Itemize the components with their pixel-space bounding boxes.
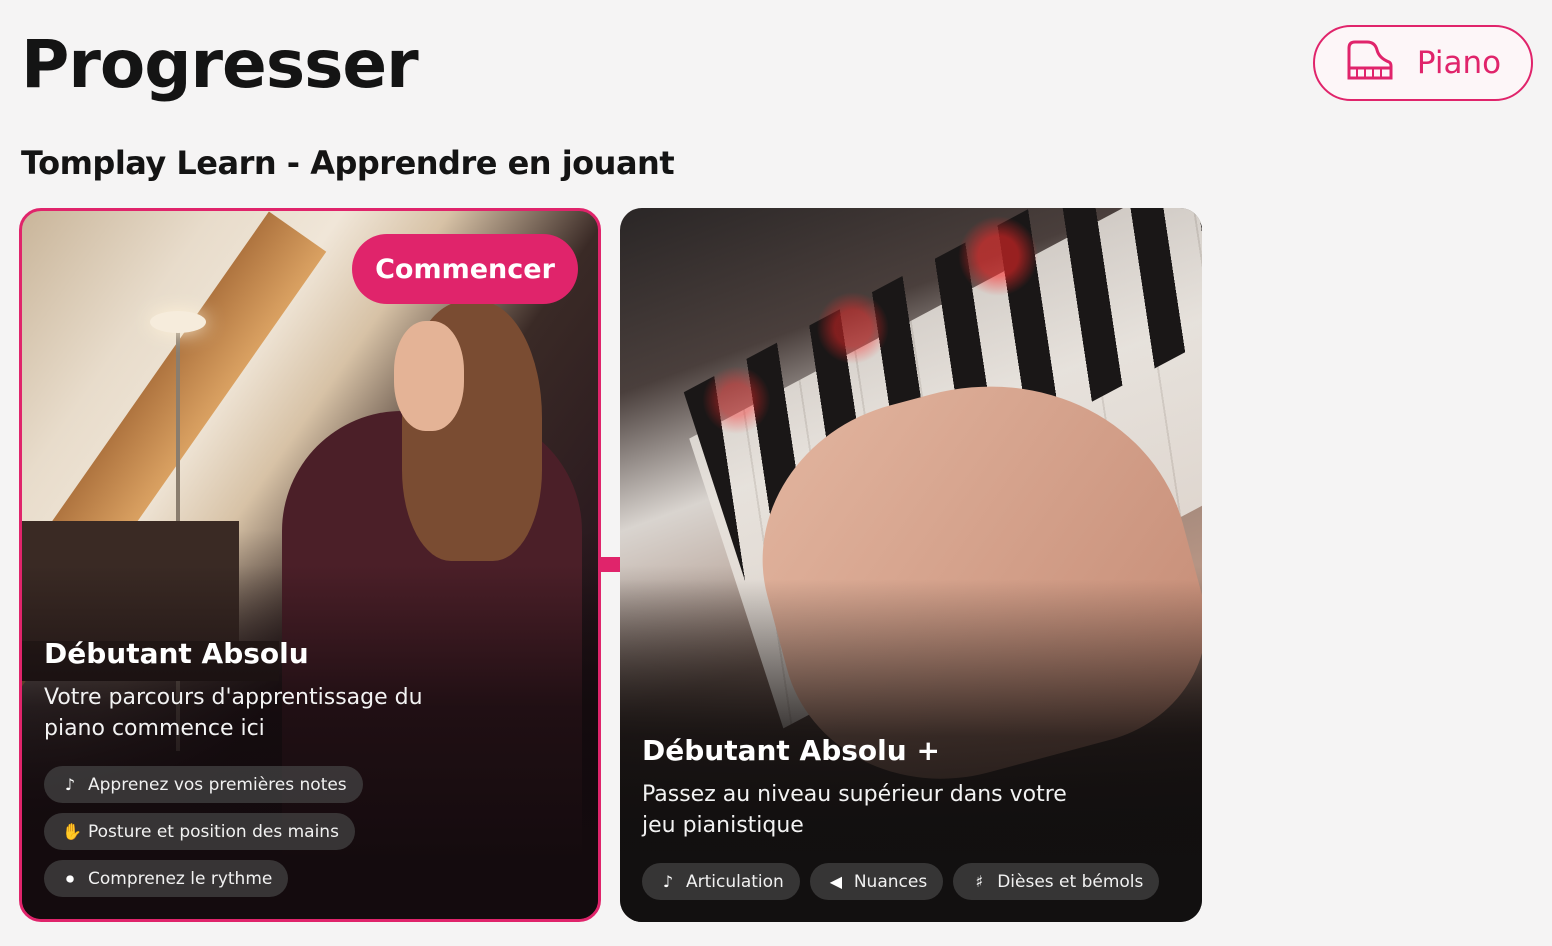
tag-label: Articulation bbox=[686, 871, 784, 892]
course-description: Votre parcours d'apprentissage du piano … bbox=[44, 685, 423, 741]
path-connector bbox=[598, 557, 622, 572]
tag-chip: ⏺ Comprenez le rythme bbox=[44, 860, 289, 897]
course-title: Débutant Absolu bbox=[44, 637, 309, 670]
tag-list: ♪ Apprenez vos premières notes ✋ Posture… bbox=[44, 766, 584, 897]
card-content: Débutant Absolu Votre parcours d'apprent… bbox=[22, 637, 598, 919]
instrument-button-label: Piano bbox=[1416, 45, 1502, 81]
tag-label: Dièses et bémols bbox=[997, 871, 1144, 892]
course-photo-decoration bbox=[402, 301, 542, 561]
sharp-icon: ♯ bbox=[975, 872, 984, 891]
tag-chip: ♯ Dièses et bémols bbox=[953, 863, 1160, 900]
course-photo-decoration bbox=[22, 521, 239, 641]
hand-icon: ✋ bbox=[62, 822, 82, 841]
tag-label: Comprenez le rythme bbox=[88, 868, 273, 889]
tag-label: Apprenez vos premières notes bbox=[88, 774, 347, 795]
tag-label: Posture et position des mains bbox=[88, 821, 339, 842]
tag-list: ♪ Articulation ◀ Nuances ♯ Dièses et bém… bbox=[642, 863, 1182, 900]
course-photo-decoration bbox=[683, 208, 1202, 586]
tag-chip: ♪ Apprenez vos premières notes bbox=[44, 766, 363, 803]
tag-chip: ✋ Posture et position des mains bbox=[44, 813, 355, 850]
grand-piano-icon bbox=[1345, 38, 1395, 88]
course-photo-decoration bbox=[689, 208, 1202, 729]
page-title: Progresser bbox=[21, 26, 419, 103]
course-description: Passez au niveau supérieur dans votre je… bbox=[642, 782, 1067, 838]
course-photo-decoration bbox=[22, 211, 327, 711]
tag-chip: ♪ Articulation bbox=[642, 863, 800, 900]
dynamics-icon: ◀ bbox=[829, 872, 842, 891]
course-card-debutant-absolu-plus[interactable]: Débutant Absolu + Passez au niveau supér… bbox=[620, 208, 1202, 922]
course-photo-decoration bbox=[394, 321, 464, 431]
section-title: Tomplay Learn - Apprendre en jouant bbox=[21, 144, 675, 182]
instrument-selector-button[interactable]: Piano bbox=[1313, 25, 1533, 101]
card-content: Débutant Absolu + Passez au niveau supér… bbox=[620, 734, 1202, 922]
start-button[interactable]: Commencer bbox=[352, 234, 578, 304]
course-photo-decoration bbox=[150, 311, 206, 333]
rhythm-icon: ⏺ bbox=[65, 868, 74, 888]
course-photo-decoration bbox=[620, 208, 1202, 608]
course-title: Débutant Absolu + bbox=[642, 734, 940, 767]
tag-chip: ◀ Nuances bbox=[809, 863, 944, 900]
tag-label: Nuances bbox=[853, 871, 928, 892]
music-note-icon: ♪ bbox=[64, 775, 76, 794]
music-note-icon: ♪ bbox=[662, 872, 674, 891]
course-card-debutant-absolu[interactable]: Commencer Débutant Absolu Votre parcours… bbox=[19, 208, 601, 922]
